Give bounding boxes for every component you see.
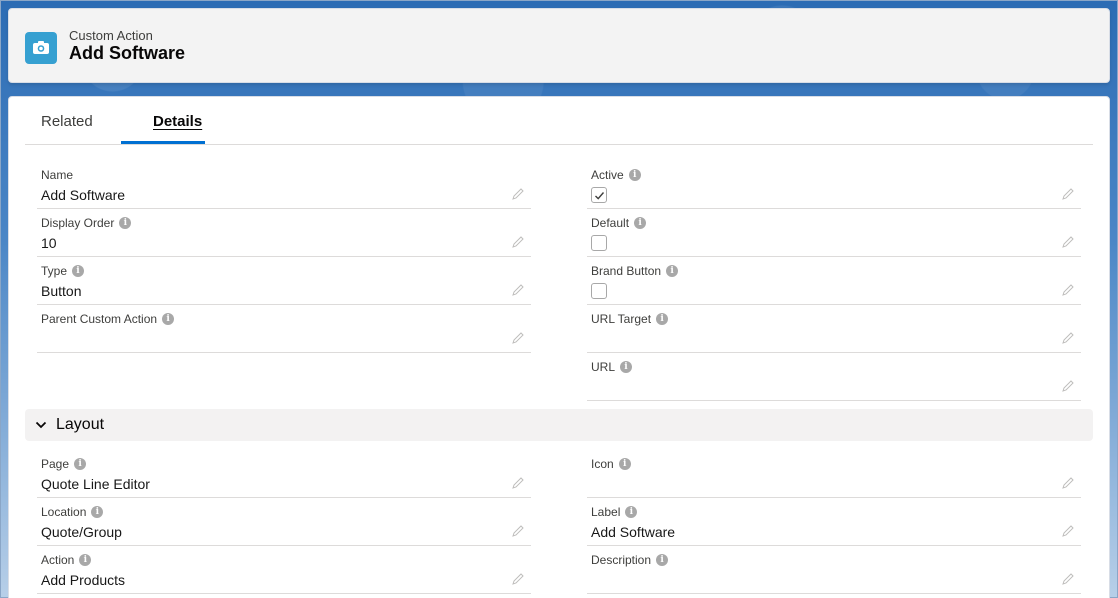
info-icon[interactable]: i [72,265,85,277]
record-type-label: Custom Action [69,28,153,43]
tab-related[interactable]: Related [41,113,93,130]
checkmark-icon [594,191,604,200]
info-icon[interactable]: i [620,361,633,373]
field-value: Button [41,283,82,299]
info-icon[interactable]: i [162,313,175,325]
pencil-icon[interactable] [511,476,525,490]
field-description: Description i [587,546,1081,594]
field-value: Add Software [41,187,126,203]
chevron-down-icon [35,421,47,429]
field-page: Page i Quote Line Editor [37,450,531,498]
field-label: Display Order [41,216,115,230]
tab-bar: Related Details [25,97,1093,145]
info-icon[interactable]: i [634,217,647,229]
info-icon[interactable]: i [119,217,132,229]
pencil-icon[interactable] [511,572,525,586]
pencil-icon[interactable] [1061,524,1075,538]
field-label: Location [41,505,87,519]
pencil-icon[interactable] [1061,572,1075,586]
pencil-icon[interactable] [511,235,525,249]
field-label: URL [591,360,616,374]
field-label: Parent Custom Action [41,312,158,326]
pencil-icon[interactable] [1061,331,1075,345]
tab-details[interactable]: Details [153,113,202,130]
field-label: Brand Button [591,264,662,278]
field-label: Name [41,168,74,182]
record-title: Add Software [69,43,186,63]
field-label: Description [591,553,652,567]
field-label: Action [41,553,75,567]
field-value: 10 [41,235,57,251]
info-icon[interactable]: i [656,313,669,325]
field-label: Type [41,264,68,278]
record-detail-card: Related Details Name Add Software Displa… [8,96,1110,598]
field-label: Icon [591,457,614,471]
pencil-icon[interactable] [1061,476,1075,490]
pencil-icon[interactable] [511,187,525,201]
brand-button-checkbox[interactable] [591,283,607,299]
field-location: Location i Quote/Group [37,498,531,546]
field-icon: Icon i [587,450,1081,498]
info-icon[interactable]: i [91,506,104,518]
field-default: Default i [587,209,1081,257]
pencil-icon[interactable] [511,283,525,297]
field-label-text: Label i Add Software [587,498,1081,546]
active-checkbox[interactable] [591,187,607,203]
info-icon[interactable]: i [666,265,679,277]
default-checkbox[interactable] [591,235,607,251]
field-value: Add Products [41,572,126,588]
info-icon[interactable]: i [656,554,669,566]
field-label: Label [591,505,621,519]
field-label: Active [591,168,624,182]
active-tab-indicator [121,141,205,144]
field-value: Quote Line Editor [41,476,150,492]
section-title: Layout [56,416,105,433]
field-label: Default [591,216,630,230]
field-url-target: URL Target i [587,305,1081,353]
pencil-icon[interactable] [1061,235,1075,249]
pencil-icon[interactable] [1061,187,1075,201]
info-icon[interactable]: i [74,458,87,470]
info-icon[interactable]: i [79,554,92,566]
layout-section-header[interactable]: Layout [25,409,1093,441]
field-parent-custom-action: Parent Custom Action i [37,305,531,353]
field-brand-button: Brand Button i [587,257,1081,305]
info-icon[interactable]: i [628,169,641,181]
field-name: Name Add Software [37,161,531,209]
info-icon[interactable]: i [618,458,631,470]
field-label: Page [41,457,70,471]
field-label: URL Target [591,312,652,326]
info-icon[interactable]: i [625,506,638,518]
camera-icon [25,32,57,64]
field-active: Active i [587,161,1081,209]
field-url: URL i [587,353,1081,401]
pencil-icon[interactable] [1061,379,1075,393]
field-value: Quote/Group [41,524,122,540]
field-value: Add Software [591,524,676,540]
pencil-icon[interactable] [511,524,525,538]
field-display-order: Display Order i 10 [37,209,531,257]
field-type: Type i Button [37,257,531,305]
pencil-icon[interactable] [511,331,525,345]
record-header: Custom Action Add Software [8,8,1110,83]
field-action: Action i Add Products [37,546,531,594]
pencil-icon[interactable] [1061,283,1075,297]
